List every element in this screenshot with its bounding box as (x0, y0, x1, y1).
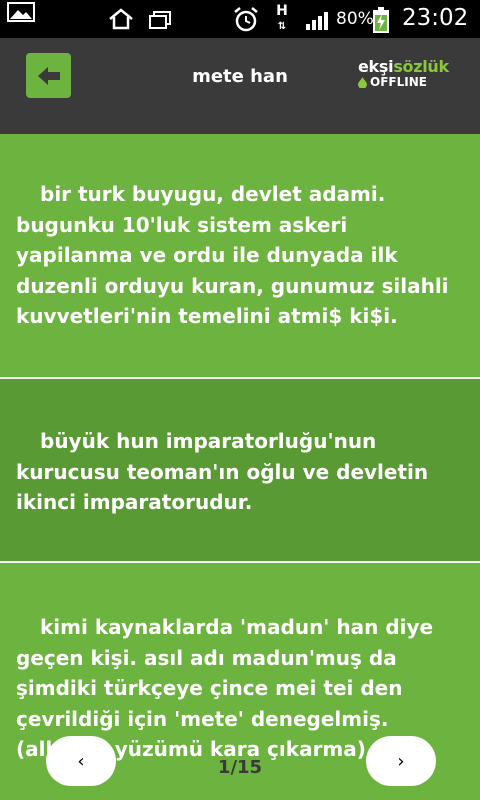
logo-brand-part1: ekşi (358, 57, 394, 76)
entry-item: bir turk buyugu, devlet adami. bugunku 1… (0, 134, 480, 377)
home-icon[interactable] (108, 8, 134, 30)
alarm-icon (234, 7, 258, 32)
entry-item: büyük hun imparatorluğu'nun kurucusu teo… (0, 379, 480, 561)
gallery-icon (7, 2, 35, 22)
entry-text: bir turk buyugu, devlet adami. bugunku 1… (16, 182, 449, 328)
signal-icon (306, 12, 328, 30)
entry-list: bir turk buyugu, devlet adami. bugunku 1… (0, 134, 480, 800)
app-header: mete han ekşisözlük OFFLINE (0, 38, 480, 134)
chevron-right-icon: › (397, 750, 405, 772)
network-type-indicator: H ⇅ (276, 3, 288, 32)
drop-icon (358, 77, 367, 88)
entry-text: büyük hun imparatorluğu'nun kurucusu teo… (16, 429, 429, 514)
clock: 23:02 (402, 5, 469, 31)
status-bar: H ⇅ 80% 23:02 (0, 0, 480, 38)
battery-percent: 80% (336, 9, 374, 29)
battery-charging-icon (373, 7, 389, 33)
logo-subtitle: OFFLINE (370, 75, 427, 89)
eksisozluk-offline-logo: ekşisözlük OFFLINE (358, 58, 455, 92)
recents-icon[interactable] (148, 10, 172, 30)
next-page-button[interactable]: › (366, 736, 436, 786)
logo-brand-part2: sözlük (393, 57, 449, 76)
